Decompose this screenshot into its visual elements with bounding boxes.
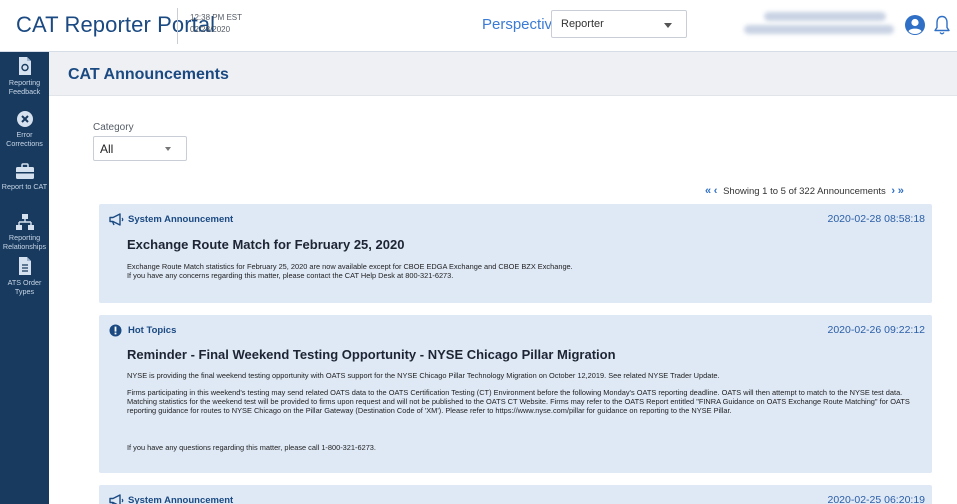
last-page-icon[interactable]: » <box>898 185 904 197</box>
perspective-select[interactable]: Reporter <box>551 10 687 38</box>
user-account-icon[interactable] <box>904 14 926 36</box>
app-title[interactable]: CAT Reporter Portal <box>16 12 215 38</box>
megaphone-icon <box>109 213 124 226</box>
announcement-category-name: Hot Topics <box>128 325 177 336</box>
announcement-date: 2020-02-28 08:58:18 <box>827 213 926 225</box>
sidebar-item-label: Reporting Relationships <box>2 233 47 251</box>
sidebar-item-report-to-cat[interactable]: Report to CAT <box>0 163 49 191</box>
announcement-card[interactable]: System Announcement 2020-02-25 06:20:19 <box>99 485 932 504</box>
error-circle-icon <box>16 111 33 127</box>
announcement-card[interactable]: System Announcement 2020-02-28 08:58:18 … <box>99 204 932 303</box>
sidebar-item-reporting-feedback[interactable]: Reporting Feedback <box>0 56 49 96</box>
announcement-title[interactable]: Reminder - Final Weekend Testing Opportu… <box>127 347 616 362</box>
announcement-date: 2020-02-26 09:22:12 <box>827 324 926 336</box>
header-time: 12:38 PM EST <box>190 13 243 22</box>
sidebar-item-error-corrections[interactable]: Error Corrections <box>0 110 49 148</box>
perspective-label: Perspective <box>482 16 561 33</box>
sidebar: Reporting Feedback Error Corrections Rep… <box>0 52 49 504</box>
next-page-icon[interactable]: › <box>891 185 895 197</box>
alert-icon <box>109 324 122 337</box>
announcement-title[interactable]: Exchange Route Match for February 25, 20… <box>127 237 404 252</box>
sidebar-item-label: Reporting Feedback <box>8 78 41 96</box>
chevron-down-icon <box>165 147 171 151</box>
notification-bell-icon[interactable] <box>933 14 951 36</box>
announcement-body: Exchange Route Match statistics for Febr… <box>127 262 573 280</box>
briefcase-icon <box>15 163 34 179</box>
announcement-card[interactable]: Hot Topics 2020-02-26 09:22:12 Reminder … <box>99 315 932 473</box>
first-page-icon[interactable]: « <box>705 185 711 197</box>
perspective-value: Reporter <box>561 18 604 30</box>
header-divider <box>177 8 178 44</box>
category-value: All <box>100 142 114 156</box>
category-select[interactable]: All <box>93 136 187 161</box>
sidebar-item-reporting-relationships[interactable]: Reporting Relationships <box>0 213 49 251</box>
announcement-category-name: System Announcement <box>128 495 234 504</box>
sidebar-item-label: Error Corrections <box>6 130 43 148</box>
org-chart-icon <box>15 214 34 230</box>
sidebar-item-ats-order-types[interactable]: ATS Order Types <box>0 256 49 296</box>
sidebar-item-label: ATS Order Types <box>7 278 42 296</box>
user-info-redacted <box>742 10 894 40</box>
main-content: CAT Announcements Category All « ‹ Showi… <box>49 52 957 504</box>
prev-page-icon[interactable]: ‹ <box>714 185 718 197</box>
announcement-body: NYSE is providing the final weekend test… <box>127 371 720 380</box>
megaphone-icon <box>109 494 124 504</box>
pagination: « ‹ Showing 1 to 5 of 322 Announcements … <box>705 185 935 197</box>
top-header: CAT Reporter Portal 12:38 PM EST 02/28/2… <box>0 0 957 52</box>
announcement-date: 2020-02-25 06:20:19 <box>827 494 926 504</box>
file-list-icon <box>18 257 31 275</box>
announcement-body: Firms participating in this weekend's te… <box>127 388 910 415</box>
header-date: 02/28/2020 <box>190 25 231 34</box>
document-icon <box>18 57 31 75</box>
pagination-text: Showing 1 to 5 of 322 Announcements <box>723 186 886 197</box>
page-header: CAT Announcements <box>49 52 957 96</box>
chevron-down-icon <box>664 23 672 28</box>
category-label: Category <box>93 122 134 133</box>
announcement-body: If you have any questions regarding this… <box>127 443 376 452</box>
page-title: CAT Announcements <box>68 66 229 83</box>
announcement-category-name: System Announcement <box>128 214 234 225</box>
sidebar-item-label: Report to CAT <box>1 182 48 191</box>
header-clock: 12:38 PM EST 02/28/2020 <box>190 12 242 36</box>
